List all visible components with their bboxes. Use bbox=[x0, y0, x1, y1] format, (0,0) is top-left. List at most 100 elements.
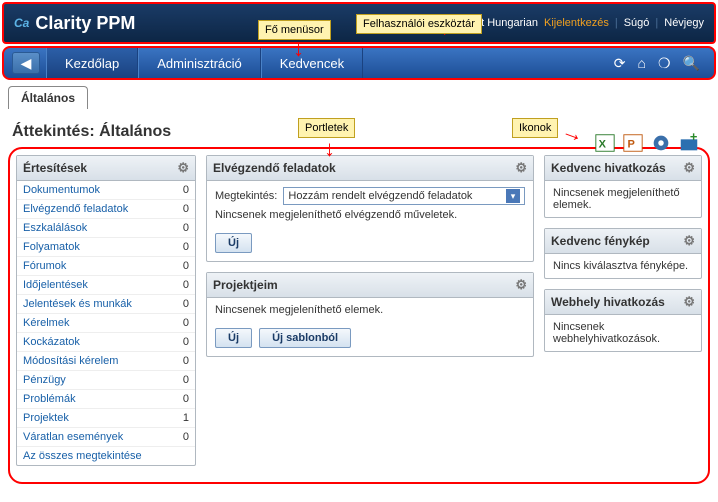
view-label: Megtekintés: bbox=[215, 190, 277, 202]
notification-row: Dokumentumok 0 bbox=[17, 181, 195, 200]
notification-link[interactable]: Eszkalálások bbox=[23, 222, 87, 234]
portlet-title: Elvégzendő feladatok bbox=[213, 161, 336, 175]
logo: Ca bbox=[14, 16, 29, 30]
tab-general[interactable]: Általános bbox=[8, 86, 88, 109]
notification-link[interactable]: Fórumok bbox=[23, 260, 66, 272]
refresh-icon[interactable]: ⟳ bbox=[614, 55, 626, 72]
globe-icon[interactable]: ❍ bbox=[658, 55, 671, 72]
notification-link[interactable]: Elvégzendő feladatok bbox=[23, 203, 128, 215]
notification-link[interactable]: Váratlan események bbox=[23, 431, 123, 443]
main-menu-bar: ◀ Kezdőlap Adminisztráció Kedvencek ⟳ ⌂ … bbox=[2, 46, 716, 80]
gear-icon[interactable]: ⚙ bbox=[515, 160, 527, 176]
user-toolbar: Test Hungarian Kijelentkezés | Súgó | Né… bbox=[450, 17, 704, 29]
projects-empty-text: Nincsenek megjeleníthető elemek. bbox=[215, 304, 525, 316]
fav-photo-body: Nincs kiválasztva fényképe. bbox=[545, 254, 701, 278]
portlet-fav-photo: Kedvenc fénykép ⚙ Nincs kiválasztva fény… bbox=[544, 228, 702, 279]
portlet-title: Projektjeim bbox=[213, 278, 278, 292]
callout-main-menu: Fő menüsor bbox=[258, 20, 331, 40]
new-from-template-button[interactable]: Új sablonból bbox=[259, 328, 351, 348]
notification-count: 0 bbox=[173, 222, 189, 234]
notification-link[interactable]: Módosítási kérelem bbox=[23, 355, 118, 367]
portlet-title: Kedvenc fénykép bbox=[551, 234, 650, 248]
notification-count: 0 bbox=[173, 260, 189, 272]
gear-icon[interactable]: ⚙ bbox=[177, 160, 189, 176]
back-button[interactable]: ◀ bbox=[12, 52, 40, 74]
notification-row: Váratlan események 0 bbox=[17, 428, 195, 447]
notification-link[interactable]: Jelentések és munkák bbox=[23, 298, 132, 310]
portlet-title: Webhely hivatkozás bbox=[551, 295, 665, 309]
export-ppt-icon[interactable]: P bbox=[622, 132, 644, 154]
menu-home[interactable]: Kezdőlap bbox=[46, 48, 138, 78]
callout-portlets: Portletek bbox=[298, 118, 355, 138]
portlet-notifications: Értesítések ⚙ Dokumentumok0Elvégzendő fe… bbox=[16, 155, 196, 466]
settings-icon[interactable] bbox=[650, 132, 672, 154]
notification-row: Fórumok 0 bbox=[17, 257, 195, 276]
notification-row: Elvégzendő feladatok 0 bbox=[17, 200, 195, 219]
notification-row: Folyamatok 0 bbox=[17, 238, 195, 257]
logout-link[interactable]: Kijelentkezés bbox=[544, 17, 609, 29]
notification-link[interactable]: Kockázatok bbox=[23, 336, 80, 348]
svg-text:P: P bbox=[628, 139, 635, 151]
notification-link[interactable]: Kérelmek bbox=[23, 317, 69, 329]
notification-count: 0 bbox=[173, 184, 189, 196]
notification-count: 0 bbox=[173, 317, 189, 329]
notification-count: 0 bbox=[173, 336, 189, 348]
notification-row: Jelentések és munkák 0 bbox=[17, 295, 195, 314]
portlet-todos: Elvégzendő feladatok ⚙ Megtekintés: Hozz… bbox=[206, 155, 534, 262]
site-links-body: Nincsenek webhelyhivatkozások. bbox=[545, 315, 701, 351]
gear-icon[interactable]: ⚙ bbox=[683, 160, 695, 176]
portlet-projects: Projektjeim ⚙ Nincsenek megjeleníthető e… bbox=[206, 272, 534, 357]
portlet-title: Értesítések bbox=[23, 161, 87, 175]
notification-row: Módosítási kérelem 0 bbox=[17, 352, 195, 371]
notification-count: 0 bbox=[173, 241, 189, 253]
notification-link[interactable]: Pénzügy bbox=[23, 374, 66, 386]
home-icon[interactable]: ⌂ bbox=[638, 55, 646, 71]
notification-link[interactable]: Problémák bbox=[23, 393, 76, 405]
notification-count: 0 bbox=[173, 355, 189, 367]
portlet-title: Kedvenc hivatkozás bbox=[551, 161, 666, 175]
notification-count: 1 bbox=[173, 412, 189, 424]
svg-text:X: X bbox=[599, 139, 607, 151]
export-excel-icon[interactable]: X bbox=[594, 132, 616, 154]
menu-admin[interactable]: Adminisztráció bbox=[138, 48, 261, 78]
notification-count: 0 bbox=[173, 298, 189, 310]
new-button[interactable]: Új bbox=[215, 233, 252, 253]
gear-icon[interactable]: ⚙ bbox=[515, 277, 527, 293]
notification-link[interactable]: Projektek bbox=[23, 412, 69, 424]
todos-empty-text: Nincsenek megjeleníthető elvégzendő műve… bbox=[215, 209, 525, 221]
notification-row: Eszkalálások 0 bbox=[17, 219, 195, 238]
tab-row: Általános bbox=[0, 82, 718, 109]
notification-count: 0 bbox=[173, 374, 189, 386]
arrow-portlets: ↓ bbox=[324, 136, 335, 162]
menu-favorites[interactable]: Kedvencek bbox=[261, 48, 363, 78]
notification-row: Pénzügy 0 bbox=[17, 371, 195, 390]
view-all-link[interactable]: Az összes megtekintése bbox=[23, 450, 142, 462]
notification-count: 0 bbox=[173, 203, 189, 215]
portlet-fav-links: Kedvenc hivatkozás ⚙ Nincsenek megjelení… bbox=[544, 155, 702, 218]
search-icon[interactable]: 🔍 bbox=[683, 55, 700, 72]
notification-row: Kockázatok 0 bbox=[17, 333, 195, 352]
callout-user-toolbar: Felhasználói eszköztár bbox=[356, 14, 482, 34]
notification-row: Problémák 0 bbox=[17, 390, 195, 409]
add-portlet-icon[interactable]: + bbox=[678, 132, 700, 154]
notification-count: 0 bbox=[173, 431, 189, 443]
notification-row: Időjelentések 0 bbox=[17, 276, 195, 295]
svg-text:+: + bbox=[690, 132, 698, 144]
notification-link[interactable]: Folyamatok bbox=[23, 241, 80, 253]
chevron-down-icon: ▾ bbox=[506, 189, 520, 203]
gear-icon[interactable]: ⚙ bbox=[683, 294, 695, 310]
notification-row: Kérelmek 0 bbox=[17, 314, 195, 333]
callout-icons: Ikonok bbox=[512, 118, 558, 138]
notification-count: 0 bbox=[173, 279, 189, 291]
view-select[interactable]: Hozzám rendelt elvégzendő feladatok ▾ bbox=[283, 187, 525, 205]
fav-links-body: Nincsenek megjeleníthető elemek. bbox=[545, 181, 701, 217]
notification-link[interactable]: Időjelentések bbox=[23, 279, 88, 291]
about-link[interactable]: Névjegy bbox=[664, 17, 704, 29]
notification-row: Projektek 1 bbox=[17, 409, 195, 428]
notification-link[interactable]: Dokumentumok bbox=[23, 184, 100, 196]
new-button[interactable]: Új bbox=[215, 328, 252, 348]
notification-count: 0 bbox=[173, 393, 189, 405]
gear-icon[interactable]: ⚙ bbox=[683, 233, 695, 249]
help-link[interactable]: Súgó bbox=[624, 17, 650, 29]
portlet-site-links: Webhely hivatkozás ⚙ Nincsenek webhelyhi… bbox=[544, 289, 702, 352]
